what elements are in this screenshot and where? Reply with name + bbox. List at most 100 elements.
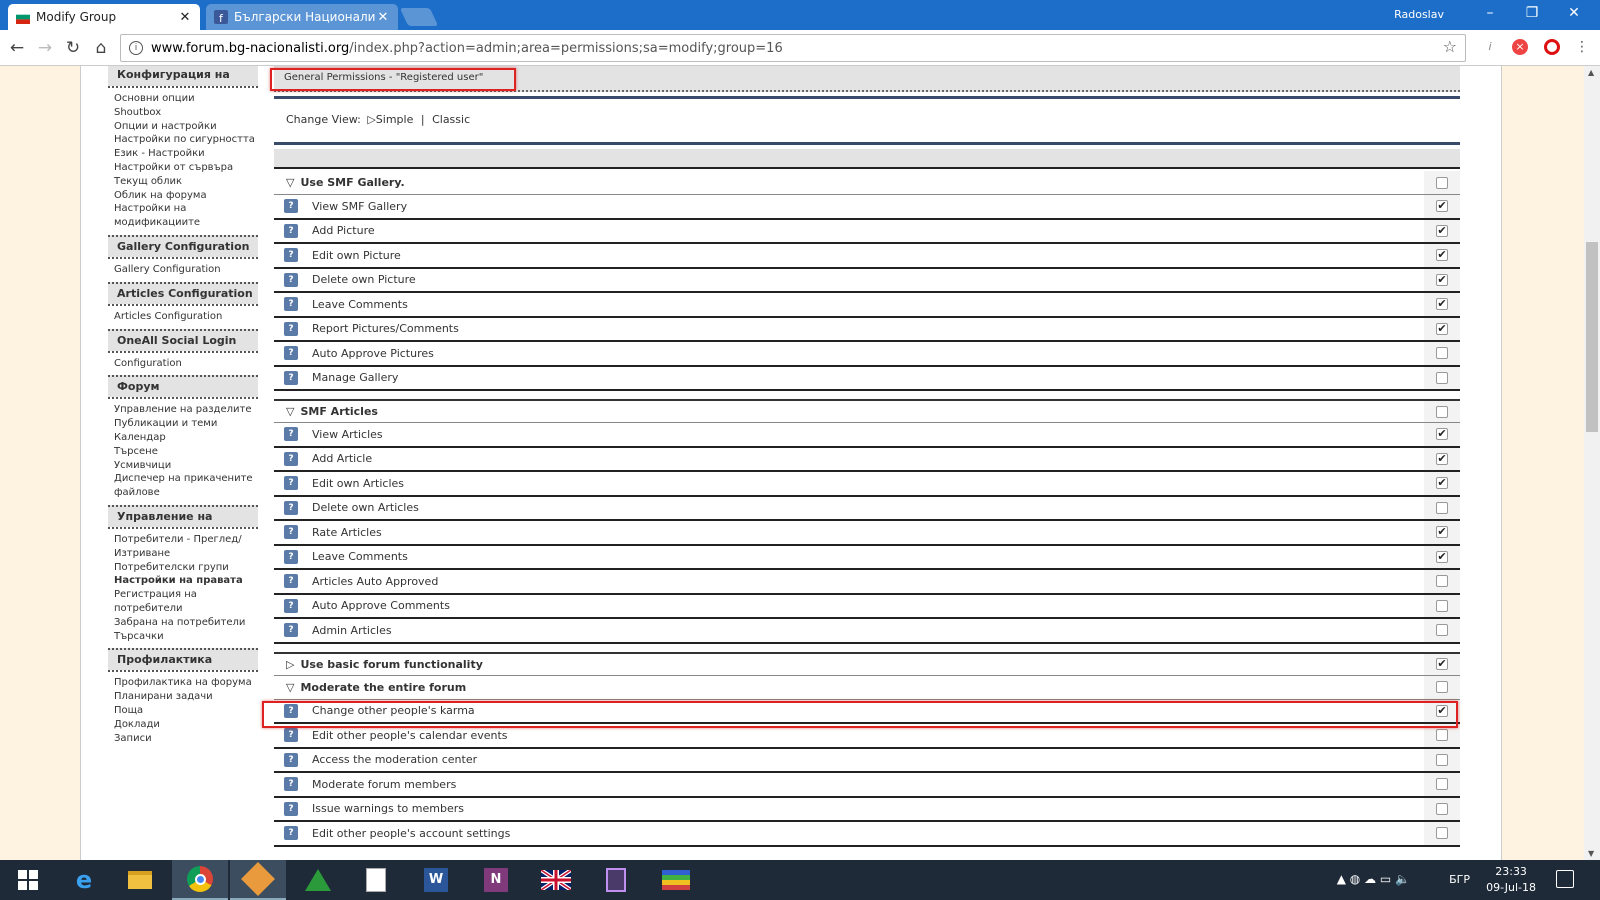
chrome-icon[interactable] [172, 860, 228, 900]
sidebar-link[interactable]: Текущ облик [114, 175, 260, 189]
permission-group[interactable]: ▽ SMF Articles [274, 399, 1460, 423]
info-icon[interactable]: i [129, 41, 143, 55]
profile-name[interactable]: Radoslav [1394, 8, 1444, 21]
sidebar-link[interactable]: Доклади [114, 718, 260, 732]
help-icon[interactable]: ? [284, 574, 298, 589]
sidebar-link[interactable]: Gallery Configuration [114, 263, 260, 277]
start-icon[interactable] [0, 860, 56, 900]
triangle-down-icon[interactable]: ▽ [286, 405, 294, 418]
scroll-thumb[interactable] [1586, 242, 1598, 432]
view-simple-link[interactable]: Simple [376, 113, 414, 126]
help-icon[interactable]: ? [284, 321, 298, 336]
extension-info-icon[interactable]: i [1482, 39, 1498, 55]
view-classic-link[interactable]: Classic [432, 113, 470, 126]
close-icon[interactable]: ✕ [376, 10, 390, 25]
permission-group[interactable]: ▽ Moderate the entire forum [274, 675, 1460, 700]
sidebar-link[interactable]: Потребителски групи [114, 561, 260, 575]
faststone-icon[interactable] [230, 860, 286, 900]
help-icon[interactable]: ? [284, 248, 298, 263]
explorer-icon[interactable] [112, 860, 168, 900]
sidebar-link[interactable]: Основни опции [114, 92, 260, 106]
permission-checkbox[interactable]: ✔ [1436, 477, 1448, 490]
close-icon[interactable]: ✕ [178, 10, 192, 25]
sidebar-link[interactable]: Опции и настройки [114, 120, 260, 134]
reload-icon[interactable]: ↻ [62, 37, 84, 59]
page-scrollbar[interactable]: ▲ ▼ [1584, 66, 1600, 860]
sidebar-link[interactable]: Настройки на правата [114, 574, 260, 588]
permission-checkbox[interactable]: ✔ [1436, 200, 1448, 213]
sidebar-link[interactable]: Облик на форума [114, 189, 260, 203]
help-icon[interactable]: ? [284, 801, 298, 816]
permission-checkbox[interactable]: ✔ [1436, 249, 1448, 262]
permission-checkbox[interactable]: ✔ [1436, 658, 1448, 670]
sidebar-link[interactable]: Език - Настройки [114, 147, 260, 161]
help-icon[interactable]: ? [284, 525, 298, 540]
tray-icons[interactable]: ▲ ◍ ☁ ▭ 🔈 [1337, 872, 1410, 886]
permission-checkbox[interactable] [1436, 347, 1448, 360]
permission-group-title[interactable]: Moderate the entire forum [300, 681, 466, 694]
word-icon[interactable]: W [408, 860, 464, 900]
sidebar-link[interactable]: Публикации и теми [114, 417, 260, 431]
notification-center-icon[interactable] [1556, 870, 1574, 888]
scroll-down-icon[interactable]: ▼ [1588, 849, 1594, 858]
permission-checkbox[interactable] [1436, 729, 1448, 742]
adblock-icon[interactable]: × [1512, 39, 1528, 55]
permission-checkbox[interactable] [1436, 624, 1448, 637]
permission-checkbox[interactable] [1436, 778, 1448, 791]
sidebar-link[interactable]: Articles Configuration [114, 310, 260, 324]
sidebar-link[interactable]: Диспечер на прикачените файлове [114, 472, 260, 500]
onenote-icon[interactable]: N [468, 860, 524, 900]
sidebar-link[interactable]: Планирани задачи [114, 690, 260, 704]
permission-checkbox[interactable] [1436, 405, 1448, 418]
help-icon[interactable]: ? [284, 752, 298, 767]
permission-checkbox[interactable] [1436, 501, 1448, 514]
permission-checkbox[interactable] [1436, 599, 1448, 612]
permission-checkbox[interactable]: ✔ [1436, 298, 1448, 311]
permission-checkbox[interactable]: ✔ [1436, 550, 1448, 563]
permission-checkbox[interactable]: ✔ [1436, 273, 1448, 286]
permission-checkbox[interactable] [1436, 802, 1448, 815]
uk-flag-icon[interactable] [528, 860, 584, 900]
scroll-up-icon[interactable]: ▲ [1588, 68, 1594, 77]
language-indicator[interactable]: БГР [1449, 873, 1470, 886]
permission-group-title[interactable]: Use SMF Gallery. [300, 176, 404, 189]
permission-checkbox[interactable]: ✔ [1436, 526, 1448, 539]
permission-group-title[interactable]: Use basic forum functionality [300, 658, 482, 671]
opera-icon[interactable] [1544, 39, 1560, 55]
sidebar-link[interactable]: Календар [114, 431, 260, 445]
triangle-down-icon[interactable]: ▽ [286, 176, 294, 189]
tab-modify-group[interactable]: Modify Group ✕ [8, 4, 200, 30]
window-close-icon[interactable]: ✕ [1554, 5, 1594, 21]
app2-icon[interactable] [588, 860, 644, 900]
menu-icon[interactable]: ⋮ [1574, 39, 1590, 55]
sidebar-link[interactable]: Усмивчици [114, 459, 260, 473]
permission-group[interactable]: ▷ Use basic forum functionality ✔ [274, 651, 1460, 676]
back-icon[interactable]: ← [6, 37, 28, 59]
permission-checkbox[interactable] [1436, 827, 1448, 840]
sidebar-link[interactable]: Профилактика на форума [114, 676, 260, 690]
help-icon[interactable]: ? [284, 476, 298, 491]
triangle-right-icon[interactable]: ▷ [286, 658, 294, 671]
help-icon[interactable]: ? [284, 623, 298, 638]
permission-group-title[interactable]: SMF Articles [300, 405, 377, 418]
help-icon[interactable]: ? [284, 777, 298, 792]
sidebar-link[interactable]: Потребители - Преглед/ Изтриване [114, 533, 260, 561]
permission-checkbox[interactable] [1436, 575, 1448, 588]
help-icon[interactable]: ? [284, 427, 298, 442]
permission-checkbox[interactable] [1436, 371, 1448, 384]
help-icon[interactable]: ? [284, 223, 298, 238]
edge-icon[interactable]: e [56, 860, 112, 900]
forward-icon[interactable]: → [34, 37, 56, 59]
triangle-down-icon[interactable]: ▽ [286, 681, 294, 694]
new-tab-button[interactable] [399, 8, 439, 26]
bookmark-star-icon[interactable]: ☆ [1443, 37, 1457, 56]
sidebar-link[interactable]: Настройки от сървъра [114, 161, 260, 175]
sidebar-link[interactable]: Управление на разделите [114, 403, 260, 417]
permission-checkbox[interactable] [1436, 681, 1448, 693]
sidebar-link[interactable]: Configuration [114, 357, 260, 371]
home-icon[interactable]: ⌂ [90, 37, 112, 59]
help-icon[interactable]: ? [284, 297, 298, 312]
permission-checkbox[interactable]: ✔ [1436, 428, 1448, 441]
sidebar-link[interactable]: Забрана на потребители [114, 616, 260, 630]
winrar-icon[interactable] [648, 860, 704, 900]
